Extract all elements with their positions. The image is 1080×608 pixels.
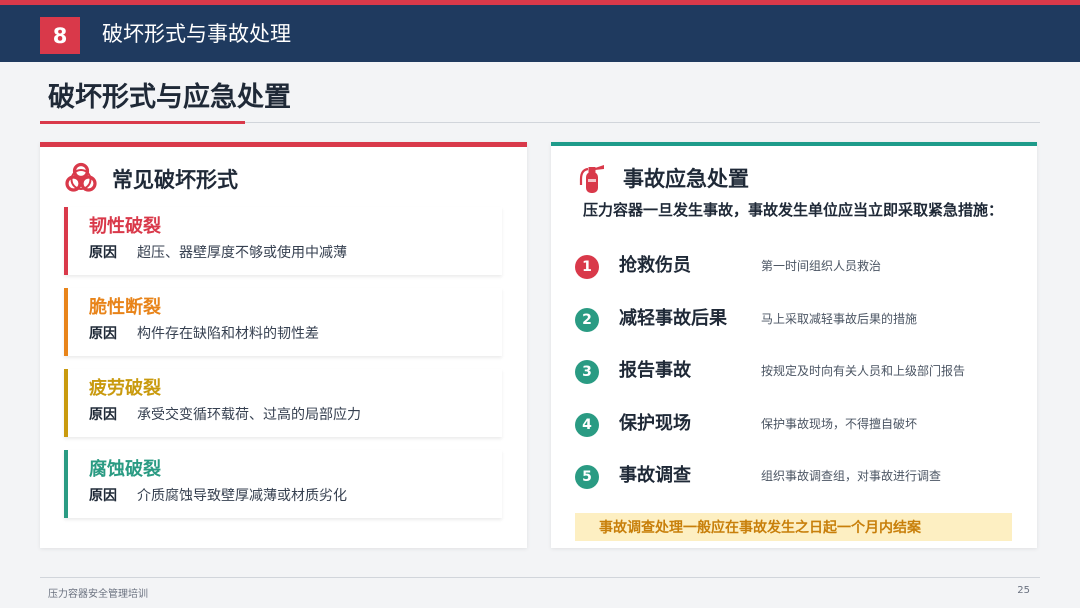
failure-mode-name: 腐蚀破裂: [89, 459, 161, 480]
emergency-step: 4 保护现场 保护事故现场，不得擅自破坏: [575, 402, 1015, 455]
section-number-badge: 8: [40, 17, 80, 54]
emergency-response-title: 事故应急处置: [623, 167, 749, 191]
emergency-response-panel: 事故应急处置 压力容器一旦发生事故，事故发生单位应当立即采取紧急措施： 1 抢救…: [551, 142, 1037, 548]
step-description: 第一时间组织人员救治: [761, 259, 882, 273]
fire-extinguisher-icon: [575, 161, 609, 195]
failure-modes-panel: 常见破坏形式 韧性破裂 原因 超压、器壁厚度不够或使用中减薄 脆性断裂 原因 构…: [40, 142, 527, 548]
reason-text: 介质腐蚀导致壁厚减薄或材质劣化: [137, 488, 347, 504]
step-description: 按规定及时向有关人员和上级部门报告: [761, 364, 966, 378]
title-divider: [245, 122, 1040, 123]
emergency-step: 5 事故调查 组织事故调查组，对事故进行调查: [575, 454, 1015, 507]
emergency-step: 3 报告事故 按规定及时向有关人员和上级部门报告: [575, 349, 1015, 402]
reason-text: 承受交变循环载荷、过高的局部应力: [137, 407, 361, 423]
emergency-intro-text: 压力容器一旦发生事故，事故发生单位应当立即采取紧急措施：: [583, 201, 1004, 219]
step-description: 保护事故现场，不得擅自破坏: [761, 416, 918, 431]
step-description: 组织事故调查组，对事故进行调查: [761, 469, 942, 483]
reason-text: 构件存在缺陷和材料的韧性差: [137, 326, 319, 342]
failure-mode-item: 疲劳破裂 原因 承受交变循环载荷、过高的局部应力: [64, 369, 502, 437]
failure-mode-reason: 原因 超压、器壁厚度不够或使用中减薄: [89, 243, 347, 263]
investigation-deadline-note: 事故调查处理一般应在事故发生之日起一个月内结案: [575, 513, 1012, 541]
section-title: 破坏形式与事故处理: [102, 22, 291, 46]
step-number-badge: 3: [575, 360, 599, 384]
failure-mode-reason: 原因 承受交变循环载荷、过高的局部应力: [89, 405, 361, 425]
emergency-step: 2 减轻事故后果 马上采取减轻事故后果的措施: [575, 297, 1015, 350]
step-number-badge: 5: [575, 465, 599, 489]
step-name: 保护现场: [619, 412, 691, 434]
page-title: 破坏形式与应急处置: [48, 82, 291, 113]
reason-label: 原因: [89, 326, 117, 342]
step-number-badge: 4: [575, 412, 599, 437]
step-name: 报告事故: [619, 360, 691, 381]
step-name: 减轻事故后果: [619, 307, 727, 329]
emergency-response-header: 事故应急处置: [575, 160, 749, 196]
emergency-step-list: 1 抢救伤员 第一时间组织人员救治 2 减轻事故后果 马上采取减轻事故后果的措施…: [575, 244, 1015, 507]
failure-mode-reason: 原因 构件存在缺陷和材料的韧性差: [89, 324, 319, 344]
reason-label: 原因: [89, 245, 117, 261]
step-name: 事故调查: [619, 465, 691, 486]
page-number: 25: [1017, 585, 1030, 596]
section-header: 8 破坏形式与事故处理: [0, 5, 1080, 62]
footer-divider: [40, 577, 1040, 578]
failure-mode-name: 脆性断裂: [89, 297, 161, 318]
failure-mode-reason: 原因 介质腐蚀导致壁厚减薄或材质劣化: [89, 486, 347, 506]
step-name: 抢救伤员: [619, 255, 691, 276]
failure-mode-name: 疲劳破裂: [89, 378, 161, 399]
footer-course-name: 压力容器安全管理培训: [48, 589, 148, 600]
failure-mode-item: 脆性断裂 原因 构件存在缺陷和材料的韧性差: [64, 288, 502, 356]
failure-modes-title: 常见破坏形式: [112, 168, 238, 192]
step-number-badge: 1: [575, 255, 599, 279]
step-description: 马上采取减轻事故后果的措施: [761, 311, 918, 326]
failure-mode-list: 韧性破裂 原因 超压、器壁厚度不够或使用中减薄 脆性断裂 原因 构件存在缺陷和材…: [64, 207, 502, 531]
reason-label: 原因: [89, 488, 117, 504]
failure-mode-item: 韧性破裂 原因 超压、器壁厚度不够或使用中减薄: [64, 207, 502, 275]
failure-modes-header: 常见破坏形式: [64, 161, 238, 197]
step-number-badge: 2: [575, 307, 599, 332]
failure-mode-item: 腐蚀破裂 原因 介质腐蚀导致壁厚减薄或材质劣化: [64, 450, 502, 518]
emergency-step: 1 抢救伤员 第一时间组织人员救治: [575, 244, 1015, 297]
biohazard-icon: [64, 162, 98, 196]
failure-mode-name: 韧性破裂: [89, 216, 161, 237]
reason-text: 超压、器壁厚度不够或使用中减薄: [137, 245, 347, 261]
title-underline: [40, 121, 245, 124]
reason-label: 原因: [89, 407, 117, 423]
